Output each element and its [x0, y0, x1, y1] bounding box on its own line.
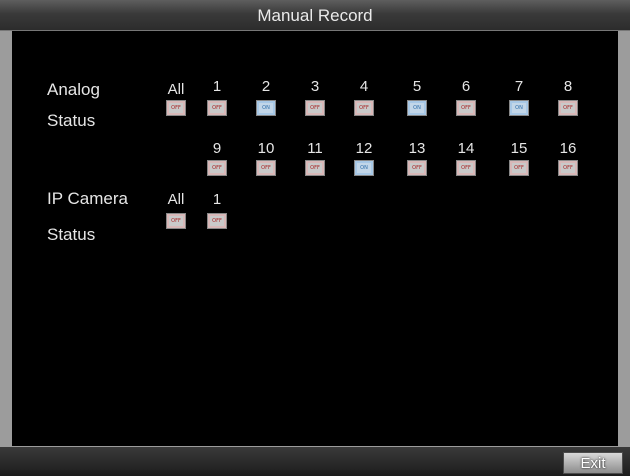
analog-channel-label: 1 [212, 78, 222, 95]
analog-all-toggle[interactable]: OFF [166, 100, 186, 116]
analog-channel-label: 14 [457, 140, 475, 157]
analog-channel-label: 16 [559, 140, 577, 157]
analog-channel-toggle[interactable]: OFF [354, 100, 374, 116]
analog-channel-label: 9 [212, 140, 222, 157]
analog-all-label: All [167, 81, 185, 98]
content-panel: Analog Status All OFF 1 OFF 2 ON 3 OFF 4… [12, 31, 618, 446]
analog-channel-label: 2 [261, 78, 271, 95]
ip-camera-channel-label: 1 [212, 191, 222, 208]
analog-channel-toggle[interactable]: OFF [407, 160, 427, 176]
analog-channel-toggle[interactable]: OFF [456, 100, 476, 116]
ip-camera-label: IP Camera [47, 189, 128, 208]
analog-channel-toggle[interactable]: OFF [305, 160, 325, 176]
analog-channel-label: 11 [307, 140, 323, 157]
analog-channel-label: 15 [510, 140, 528, 157]
analog-channel-toggle[interactable]: OFF [456, 160, 476, 176]
analog-channel-toggle[interactable]: OFF [305, 100, 325, 116]
analog-channel-label: 10 [257, 140, 275, 157]
analog-channel-label: 5 [412, 78, 422, 95]
analog-channel-label: 3 [310, 78, 320, 95]
analog-channel-label: 6 [461, 78, 471, 95]
analog-channel-toggle[interactable]: OFF [207, 100, 227, 116]
analog-channel-toggle[interactable]: OFF [509, 160, 529, 176]
ip-camera-status-label: Status [47, 225, 96, 244]
ip-camera-all-label: All [167, 191, 185, 208]
analog-channel-label: 12 [355, 140, 373, 157]
analog-channel-toggle[interactable]: ON [354, 160, 374, 176]
analog-channel-label: 13 [408, 140, 426, 157]
analog-channel-toggle[interactable]: ON [256, 100, 276, 116]
analog-channel-toggle[interactable]: ON [407, 100, 427, 116]
analog-channel-label: 7 [514, 78, 524, 95]
analog-label: Analog [47, 80, 100, 99]
analog-channel-toggle[interactable]: OFF [558, 160, 578, 176]
exit-button[interactable]: Exit [563, 452, 623, 474]
analog-channel-toggle[interactable]: ON [509, 100, 529, 116]
analog-channel-toggle[interactable]: OFF [207, 160, 227, 176]
title-bar: Manual Record [0, 0, 630, 31]
analog-status-label: Status [47, 111, 96, 130]
analog-channel-toggle[interactable]: OFF [256, 160, 276, 176]
footer-bar [0, 447, 630, 476]
ip-camera-all-toggle[interactable]: OFF [166, 213, 186, 229]
ip-camera-channel-toggle[interactable]: OFF [207, 213, 227, 229]
analog-channel-label: 4 [359, 78, 369, 95]
analog-channel-label: 8 [563, 78, 573, 95]
window-title: Manual Record [257, 6, 373, 25]
analog-channel-toggle[interactable]: OFF [558, 100, 578, 116]
manual-record-window: Manual Record Analog Status All OFF 1 OF… [0, 0, 630, 476]
